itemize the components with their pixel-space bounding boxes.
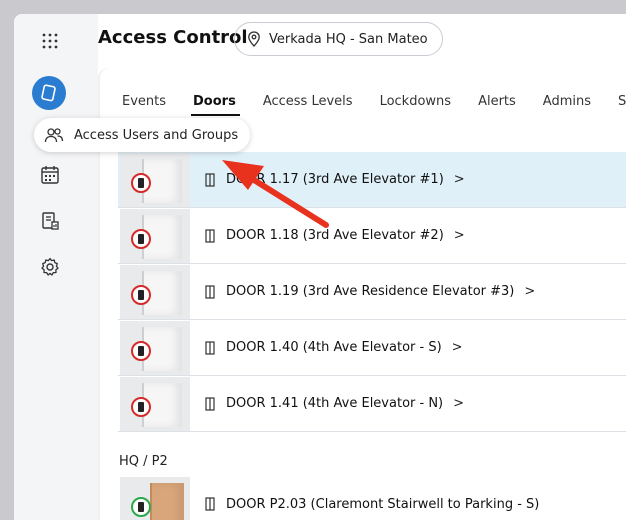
tab-access-levels[interactable]: Access Levels bbox=[263, 94, 353, 122]
door-row-1-18[interactable]: DOOR 1.18 (3rd Ave Elevator #2) > bbox=[118, 208, 626, 264]
page-title: Access Control bbox=[98, 27, 248, 48]
door-row-1-19[interactable]: DOOR 1.19 (3rd Ave Residence Elevator #3… bbox=[118, 264, 626, 320]
location-pin-icon bbox=[248, 31, 260, 47]
door-row-1-41[interactable]: DOOR 1.41 (4th Ave Elevator - N) > bbox=[118, 376, 626, 432]
locked-badge-icon bbox=[131, 284, 151, 305]
tab-lockdowns[interactable]: Lockdowns bbox=[380, 94, 452, 122]
door-icon bbox=[205, 497, 215, 511]
locked-badge-icon bbox=[131, 172, 151, 193]
door-icon bbox=[205, 172, 215, 187]
door-thumbnail bbox=[120, 376, 190, 431]
unlocked-badge-icon bbox=[131, 497, 151, 517]
door-thumbnail bbox=[120, 208, 190, 263]
door-icon bbox=[205, 228, 215, 243]
chevron-right-icon[interactable]: > bbox=[454, 172, 465, 187]
chevron-right-icon[interactable]: > bbox=[452, 340, 463, 355]
door-name[interactable]: DOOR 1.40 (4th Ave Elevator - S) bbox=[226, 340, 442, 355]
door-thumbnail bbox=[120, 264, 190, 319]
door-icon bbox=[205, 396, 215, 411]
door-row-1-40[interactable]: DOOR 1.40 (4th Ave Elevator - S) > bbox=[118, 320, 626, 376]
door-icon bbox=[205, 340, 215, 355]
gear-icon[interactable] bbox=[39, 256, 61, 278]
access-users-tooltip[interactable]: Access Users and Groups bbox=[34, 118, 251, 152]
tab-admins[interactable]: Admins bbox=[543, 94, 591, 122]
left-rail bbox=[14, 14, 98, 520]
door-group-label: HQ / P2 bbox=[119, 454, 168, 469]
tab-bar: Events Doors Access Levels Lockdowns Ale… bbox=[100, 68, 626, 122]
report-icon[interactable] bbox=[39, 210, 61, 232]
site-selector[interactable]: Verkada HQ - San Mateo bbox=[234, 22, 443, 56]
tab-alerts[interactable]: Alerts bbox=[478, 94, 516, 122]
app-window: Access Control Verkada HQ - San Mateo Ev… bbox=[14, 14, 626, 520]
users-icon bbox=[44, 128, 64, 143]
locked-badge-icon bbox=[131, 340, 151, 361]
door-thumbnail bbox=[120, 320, 190, 375]
chevron-right-icon[interactable]: > bbox=[524, 284, 535, 299]
locked-badge-icon bbox=[131, 396, 151, 417]
chevron-right-icon[interactable]: > bbox=[453, 396, 464, 411]
door-name[interactable]: DOOR 1.18 (3rd Ave Elevator #2) bbox=[226, 228, 444, 243]
access-card-icon bbox=[41, 84, 56, 102]
door-name[interactable]: DOOR P2.03 (Claremont Stairwell to Parki… bbox=[226, 497, 539, 512]
door-thumbnail bbox=[120, 152, 190, 207]
brand-logo-icon[interactable] bbox=[32, 76, 66, 110]
chevron-right-icon[interactable]: > bbox=[454, 228, 465, 243]
tooltip-label: Access Users and Groups bbox=[74, 127, 239, 143]
door-name[interactable]: DOOR 1.19 (3rd Ave Residence Elevator #3… bbox=[226, 284, 514, 299]
locked-badge-icon bbox=[131, 228, 151, 249]
tab-settings[interactable]: Settin bbox=[618, 94, 626, 122]
door-name[interactable]: DOOR 1.17 (3rd Ave Elevator #1) bbox=[226, 172, 444, 187]
door-row-p2-03[interactable]: DOOR P2.03 (Claremont Stairwell to Parki… bbox=[118, 476, 626, 520]
site-name: Verkada HQ - San Mateo bbox=[269, 31, 428, 47]
door-row-1-17[interactable]: DOOR 1.17 (3rd Ave Elevator #1) > bbox=[118, 152, 626, 208]
apps-grid-icon[interactable] bbox=[41, 32, 59, 50]
door-thumbnail bbox=[120, 477, 190, 520]
calendar-icon[interactable] bbox=[39, 164, 61, 186]
door-icon bbox=[205, 284, 215, 299]
door-name[interactable]: DOOR 1.41 (4th Ave Elevator - N) bbox=[226, 396, 443, 411]
